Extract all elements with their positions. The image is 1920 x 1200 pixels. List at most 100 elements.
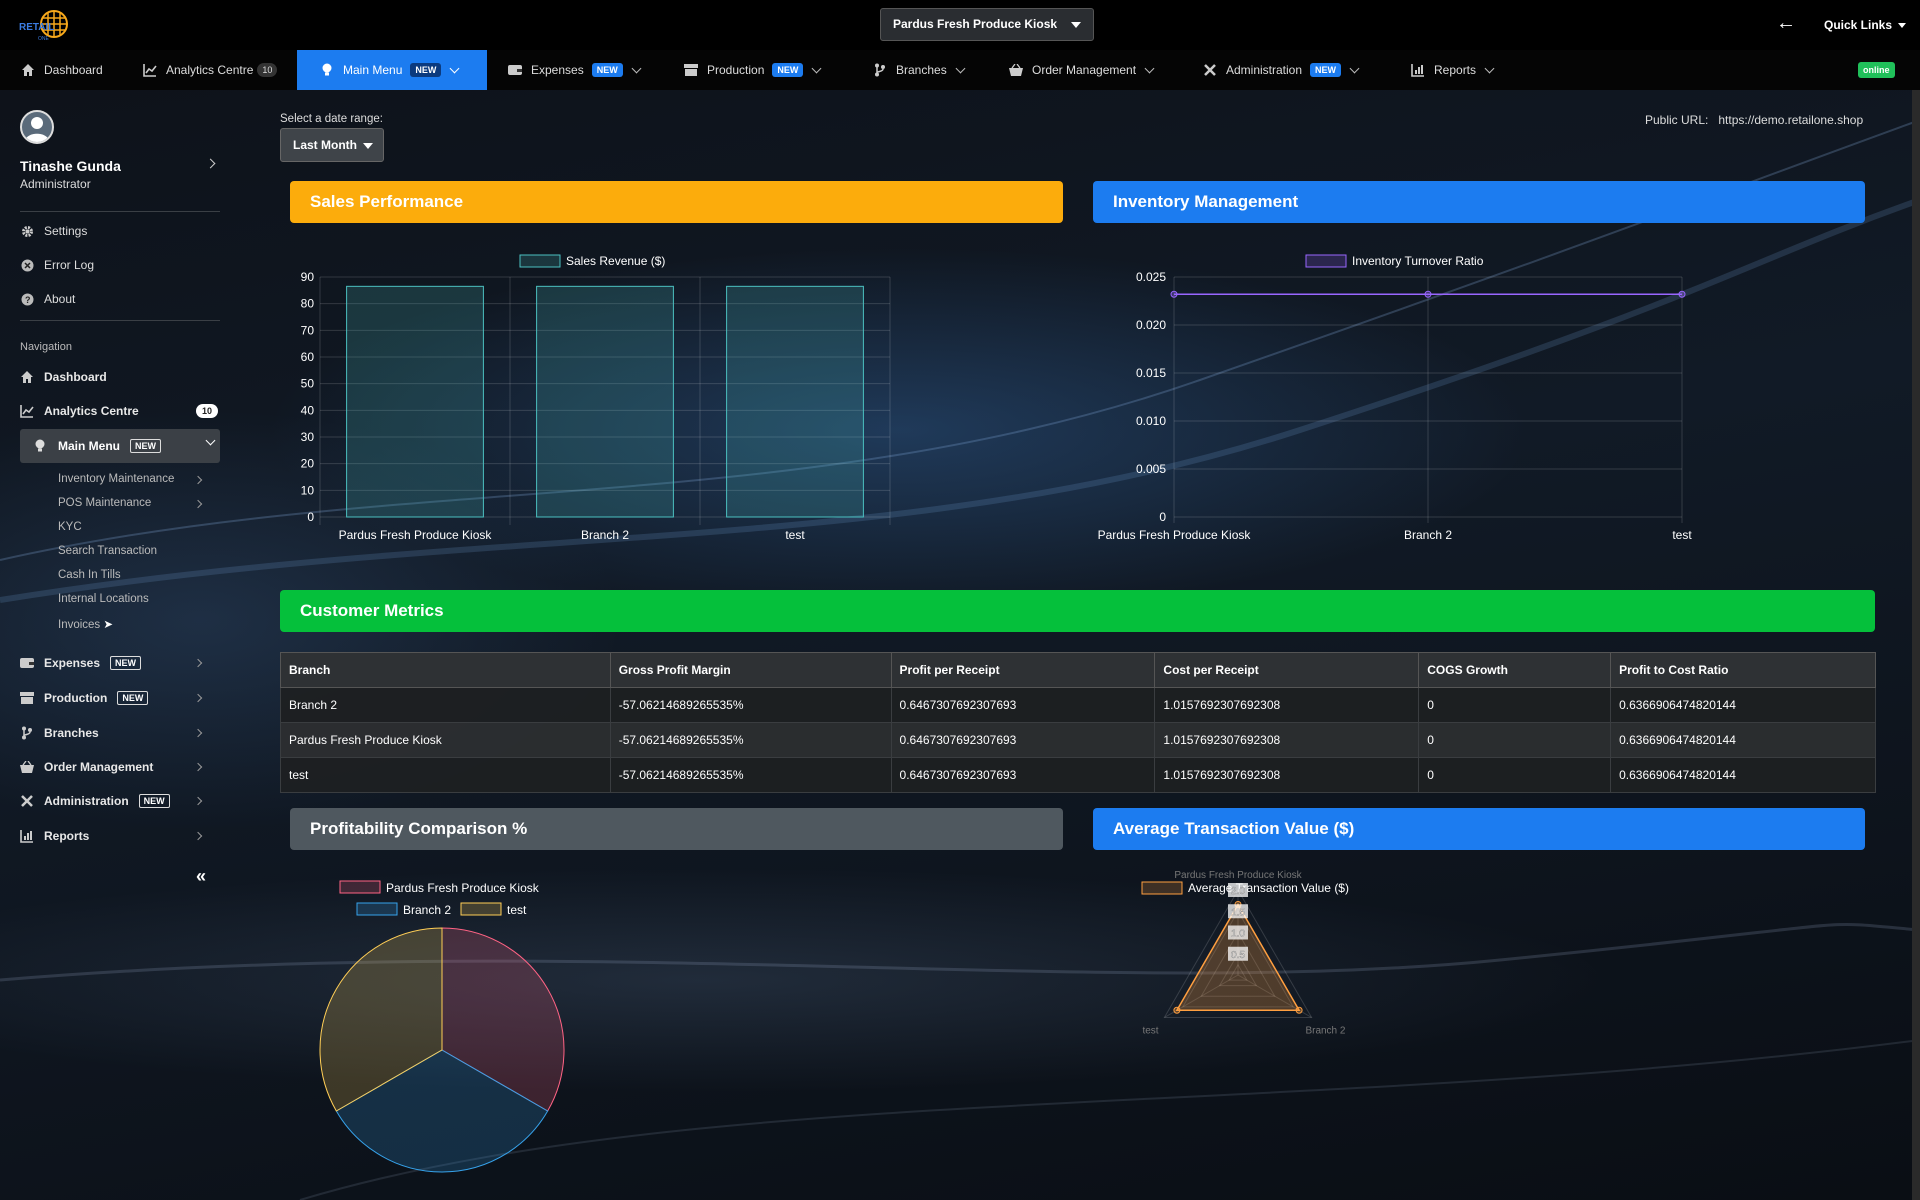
sidebar-item-label: Order Management: [44, 760, 154, 774]
sidebar-item-reports[interactable]: Reports: [20, 823, 220, 849]
y-tick-label: 0.020: [1136, 318, 1166, 332]
sidebar-item-about[interactable]: ? About: [20, 286, 220, 312]
quick-links-dropdown[interactable]: Quick Links: [1824, 18, 1907, 32]
sidebar-item-error-log[interactable]: Error Log: [20, 252, 220, 278]
y-tick-label: 0: [1159, 510, 1166, 524]
branch-selector[interactable]: Pardus Fresh Produce Kiosk: [880, 8, 1095, 41]
data-point: [1170, 290, 1178, 298]
y-tick-label: 30: [301, 430, 315, 444]
nav-reports[interactable]: Reports: [1410, 50, 1495, 90]
gear-icon: [20, 223, 34, 239]
nav-order-management[interactable]: Order Management: [1008, 50, 1155, 90]
column-header-profit-per-receipt[interactable]: Profit per Receipt: [890, 652, 1156, 688]
y-tick-label: 0.010: [1136, 414, 1166, 428]
table-row: test -57.06214689265535% 0.6467307692307…: [280, 757, 1876, 793]
sidebar-item-expenses[interactable]: Expenses NEW: [20, 650, 220, 676]
legend-swatch: [1305, 254, 1347, 268]
y-tick-label: 60: [301, 350, 315, 364]
chevron-down-icon: [449, 63, 460, 73]
sidebar-sub-search-transaction[interactable]: Search Transaction: [58, 545, 157, 557]
sidebar-item-administration[interactable]: Administration NEW: [20, 788, 220, 814]
table-cell: -57.06214689265535%: [609, 757, 892, 793]
paper-plane-icon: ➤: [103, 619, 114, 631]
sidebar-item-order-management[interactable]: Order Management: [20, 754, 220, 780]
table-cell: 0.6467307692307693: [890, 722, 1156, 758]
x-tick-label: test: [1672, 528, 1692, 542]
box-icon: [20, 690, 34, 706]
sidebar-sub-cash-in-tills[interactable]: Cash In Tills: [58, 569, 121, 581]
table-row: Pardus Fresh Produce Kiosk -57.062146892…: [280, 722, 1876, 758]
chevron-down-icon: [1349, 63, 1360, 73]
column-header-branch[interactable]: Branch: [280, 652, 611, 688]
table-cell: -57.06214689265535%: [609, 687, 892, 723]
sidebar-item-dashboard[interactable]: Dashboard: [20, 364, 220, 390]
line-chart-icon: [20, 403, 34, 419]
nav-analytics-centre[interactable]: Analytics Centre 10: [142, 50, 278, 90]
arrow-left-icon[interactable]: ←: [1776, 12, 1796, 35]
nav-order-management-label: Order Management: [1032, 63, 1137, 77]
nav-production-label: Production: [707, 63, 765, 77]
x-tick-label: Pardus Fresh Produce Kiosk: [339, 528, 493, 542]
sidebar-analytics-count: 10: [196, 404, 219, 418]
average-transaction-value-header: Average Transaction Value ($): [1093, 808, 1865, 850]
public-url-link[interactable]: https://demo.retailone.shop: [1718, 113, 1863, 127]
retailone-logo[interactable]: RETAIL ONE: [18, 8, 72, 42]
sidebar-sub-invoices[interactable]: Invoices ➤: [58, 617, 113, 631]
column-header-gross-profit-margin[interactable]: Gross Profit Margin: [609, 652, 892, 688]
sidebar-new-badge: NEW: [130, 439, 161, 453]
caret-down-icon: [1071, 22, 1082, 28]
legend-swatch: [460, 902, 502, 916]
main-nav-bar: Dashboard Analytics Centre 10 Main Menu …: [0, 50, 1920, 90]
nav-reports-label: Reports: [1434, 63, 1477, 77]
chevron-down-icon: [205, 435, 216, 446]
nav-dashboard[interactable]: Dashboard: [20, 50, 103, 90]
date-range-value: Last Month: [293, 138, 357, 152]
nav-expenses[interactable]: Expenses NEW: [507, 50, 642, 90]
lightbulb-icon: [32, 438, 48, 454]
sidebar-item-main-menu[interactable]: Main Menu NEW: [20, 429, 220, 463]
nav-branches[interactable]: Branches: [872, 50, 966, 90]
column-header-cost-per-receipt[interactable]: Cost per Receipt: [1154, 652, 1420, 688]
page-scrollbar[interactable]: [1912, 90, 1920, 1200]
sidebar-sub-internal-locations[interactable]: Internal Locations: [58, 593, 149, 605]
sidebar-item-label: About: [44, 292, 76, 306]
sidebar-item-production[interactable]: Production NEW: [20, 685, 220, 711]
column-header-profit-to-cost-ratio[interactable]: Profit to Cost Ratio: [1610, 652, 1876, 688]
nav-administration[interactable]: Administration NEW: [1202, 50, 1360, 90]
x-tick-label: Branch 2: [1404, 528, 1452, 542]
legend-swatch: [339, 880, 381, 894]
sidebar-sub-pos-maintenance[interactable]: POS Maintenance: [58, 497, 151, 509]
y-tick-label: 10: [301, 483, 315, 497]
y-tick-label: 40: [301, 403, 315, 417]
user-name[interactable]: Tinashe Gunda: [20, 158, 121, 174]
x-tick-label: Pardus Fresh Produce Kiosk: [1098, 528, 1252, 542]
data-point: [1295, 1006, 1303, 1014]
date-range-select[interactable]: Last Month: [280, 128, 384, 162]
nav-main-menu-new-badge: NEW: [410, 63, 442, 77]
data-point: [1173, 1006, 1181, 1014]
nav-main-menu[interactable]: Main Menu NEW: [297, 50, 487, 90]
nav-production[interactable]: Production NEW: [683, 50, 822, 90]
legend-label: Branch 2: [403, 903, 451, 917]
collapse-sidebar-icon[interactable]: «: [196, 866, 206, 887]
sidebar-sub-inventory-maintenance[interactable]: Inventory Maintenance: [58, 473, 174, 485]
nav-expenses-label: Expenses: [531, 63, 584, 77]
chevron-down-icon: [1144, 63, 1155, 73]
table-cell: Branch 2: [280, 687, 611, 723]
column-header-cogs-growth[interactable]: COGS Growth: [1418, 652, 1612, 688]
sidebar-item-analytics-centre[interactable]: Analytics Centre 10: [20, 398, 220, 424]
sidebar-item-label: Error Log: [44, 258, 95, 272]
sidebar-item-settings[interactable]: Settings: [20, 218, 220, 244]
chevron-right-icon[interactable]: [205, 158, 216, 169]
basket-icon: [20, 759, 34, 775]
sidebar-sub-kyc[interactable]: KYC: [58, 521, 82, 533]
x-tick-label: Branch 2: [581, 528, 629, 542]
sidebar-item-label: Expenses: [44, 656, 101, 670]
y-tick-label: 0.015: [1136, 366, 1166, 380]
sales-revenue-bar-chart: Sales Revenue ($) 0 10 20 30 40 50 60 70 80 90 Pard…: [301, 254, 891, 542]
top-bar: RETAIL ONE Pardus Fresh Produce Kiosk ← …: [0, 0, 1920, 50]
nav-analytics-count: 10: [257, 63, 278, 77]
avatar[interactable]: [20, 110, 54, 144]
sidebar-item-label: Settings: [44, 224, 88, 238]
sidebar-item-branches[interactable]: Branches: [20, 720, 220, 746]
